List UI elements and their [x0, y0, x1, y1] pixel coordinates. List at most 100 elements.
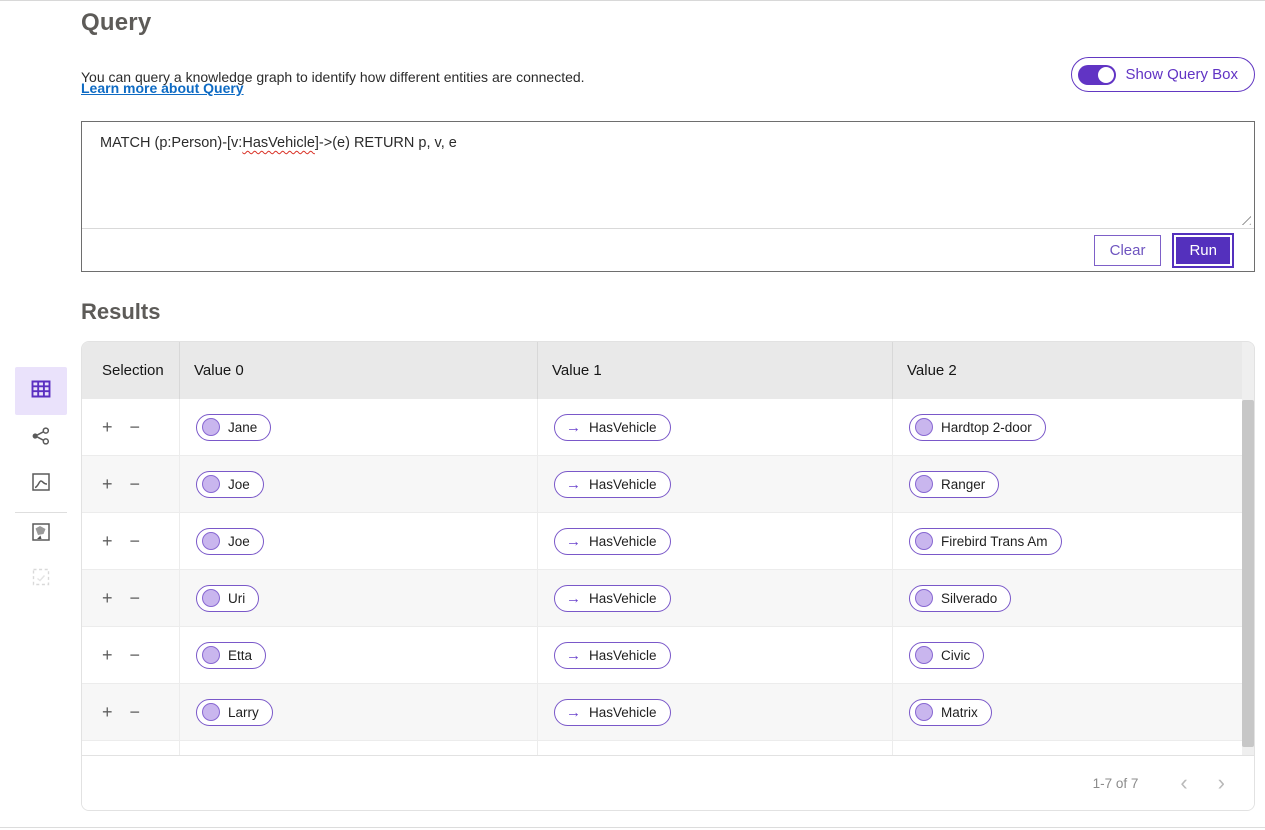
table-header-row: Selection Value 0 Value 1 Value 2 [82, 342, 1254, 399]
node-chip-label: Silverado [941, 591, 997, 606]
edge-chip-label: HasVehicle [589, 477, 657, 492]
page-title: Query [81, 9, 151, 37]
node-chip-label: Etta [228, 648, 252, 663]
node-chip[interactable]: Ranger [909, 471, 999, 498]
toggle-switch-on[interactable] [1078, 65, 1116, 85]
column-header-value0: Value 0 [179, 342, 537, 399]
table-row: + − Larry → HasVehicle Matrix [82, 684, 1254, 741]
map-view-button[interactable] [15, 516, 67, 552]
results-table-card: Selection Value 0 Value 1 Value 2 + − Ja… [81, 341, 1255, 811]
remove-from-selection-button[interactable]: − [130, 418, 141, 436]
selection-cell: + − [82, 456, 179, 512]
node-chip-label: Matrix [941, 705, 978, 720]
value0-cell: Larry [179, 684, 537, 740]
add-to-selection-button[interactable]: + [102, 475, 113, 493]
add-to-selection-button[interactable]: + [102, 418, 113, 436]
node-chip[interactable]: Joe [196, 471, 264, 498]
node-chip[interactable]: Jane [196, 414, 271, 441]
graph-view-button[interactable] [15, 420, 67, 456]
edge-arrow-icon: → [566, 534, 581, 549]
value0-cell: Uri [179, 570, 537, 626]
table-scrollbar[interactable] [1242, 342, 1254, 755]
node-chip[interactable]: Silverado [909, 585, 1011, 612]
value0-cell: Joe [179, 456, 537, 512]
run-button[interactable]: Run [1174, 235, 1232, 266]
edge-chip[interactable]: → HasVehicle [554, 642, 671, 669]
edge-chip[interactable]: → HasVehicle [554, 699, 671, 726]
table-view-icon [29, 377, 53, 406]
edge-chip[interactable]: → HasVehicle [554, 528, 671, 555]
value1-cell: → HasVehicle [537, 570, 892, 626]
node-chip[interactable]: Etta [196, 642, 266, 669]
node-circle-icon [202, 589, 220, 607]
value1-cell: → HasVehicle [537, 456, 892, 512]
value2-cell: Hardtop 2-door [892, 399, 1254, 455]
add-to-selection-button[interactable]: + [102, 532, 113, 550]
column-header-value2: Value 2 [892, 342, 1254, 399]
node-chip[interactable]: Matrix [909, 699, 992, 726]
edge-chip-label: HasVehicle [589, 648, 657, 663]
value1-cell: → HasVehicle [537, 513, 892, 569]
clear-button[interactable]: Clear [1094, 235, 1162, 266]
node-chip[interactable]: Larry [196, 699, 273, 726]
node-circle-icon [915, 589, 933, 607]
query-editor[interactable]: MATCH (p:Person)-[v:HasVehicle]->(e) RET… [82, 122, 1254, 228]
learn-more-link[interactable]: Learn more about Query [81, 80, 244, 96]
node-chip-label: Uri [228, 591, 245, 606]
query-box: MATCH (p:Person)-[v:HasVehicle]->(e) RET… [81, 121, 1255, 272]
selection-cell: + − [82, 741, 179, 755]
edge-chip[interactable]: → HasVehicle [554, 414, 671, 441]
value2-cell: Firebird Trans Am [892, 513, 1254, 569]
rail-divider [15, 512, 67, 513]
node-chip-label: Civic [941, 648, 970, 663]
node-circle-icon [915, 418, 933, 436]
node-chip-label: Jane [228, 420, 257, 435]
node-chip-label: Larry [228, 705, 259, 720]
textarea-resize-handle[interactable] [1238, 212, 1251, 225]
add-to-selection-button[interactable]: + [102, 589, 113, 607]
column-header-value1: Value 1 [537, 342, 892, 399]
previous-page-button[interactable]: ‹ [1176, 772, 1191, 794]
results-title: Results [81, 299, 160, 325]
edge-chip[interactable]: → HasVehicle [554, 471, 671, 498]
selection-cell: + − [82, 513, 179, 569]
toggle-knob [1098, 67, 1114, 83]
node-chip-label: Hardtop 2-door [941, 420, 1032, 435]
edge-chip-label: HasVehicle [589, 591, 657, 606]
next-page-button[interactable]: › [1214, 772, 1229, 794]
table-row: + − Uri → HasVehicle Silverado [82, 570, 1254, 627]
value0-cell: Jane [179, 399, 537, 455]
node-chip[interactable]: Firebird Trans Am [909, 528, 1062, 555]
edge-arrow-icon: → [566, 591, 581, 606]
value0-cell: Lucy [179, 741, 537, 755]
add-to-selection-button[interactable]: + [102, 646, 113, 664]
selection-cell: + − [82, 570, 179, 626]
node-chip[interactable]: Hardtop 2-door [909, 414, 1046, 441]
add-to-selection-button[interactable]: + [102, 703, 113, 721]
value2-cell: Mustang [892, 741, 1254, 755]
node-chip-label: Ranger [941, 477, 985, 492]
show-query-box-toggle[interactable]: Show Query Box [1071, 57, 1255, 92]
node-circle-icon [915, 532, 933, 550]
node-circle-icon [202, 475, 220, 493]
selection-cell: + − [82, 684, 179, 740]
edge-chip[interactable]: → HasVehicle [554, 585, 671, 612]
value2-cell: Ranger [892, 456, 1254, 512]
edge-chip-label: HasVehicle [589, 534, 657, 549]
remove-from-selection-button[interactable]: − [130, 475, 141, 493]
table-view-button[interactable] [15, 367, 67, 415]
chart-view-button[interactable] [15, 466, 67, 502]
node-chip[interactable]: Joe [196, 528, 264, 555]
node-chip[interactable]: Uri [196, 585, 259, 612]
value2-cell: Silverado [892, 570, 1254, 626]
query-actions-bar: Clear Run [82, 228, 1254, 271]
scrollbar-thumb[interactable] [1242, 400, 1254, 747]
node-chip[interactable]: Civic [909, 642, 984, 669]
remove-from-selection-button[interactable]: − [130, 589, 141, 607]
remove-from-selection-button[interactable]: − [130, 646, 141, 664]
remove-from-selection-button[interactable]: − [130, 703, 141, 721]
value1-cell: → HasVehicle [537, 684, 892, 740]
remove-from-selection-button[interactable]: − [130, 532, 141, 550]
value0-cell: Joe [179, 513, 537, 569]
edge-chip-label: HasVehicle [589, 420, 657, 435]
